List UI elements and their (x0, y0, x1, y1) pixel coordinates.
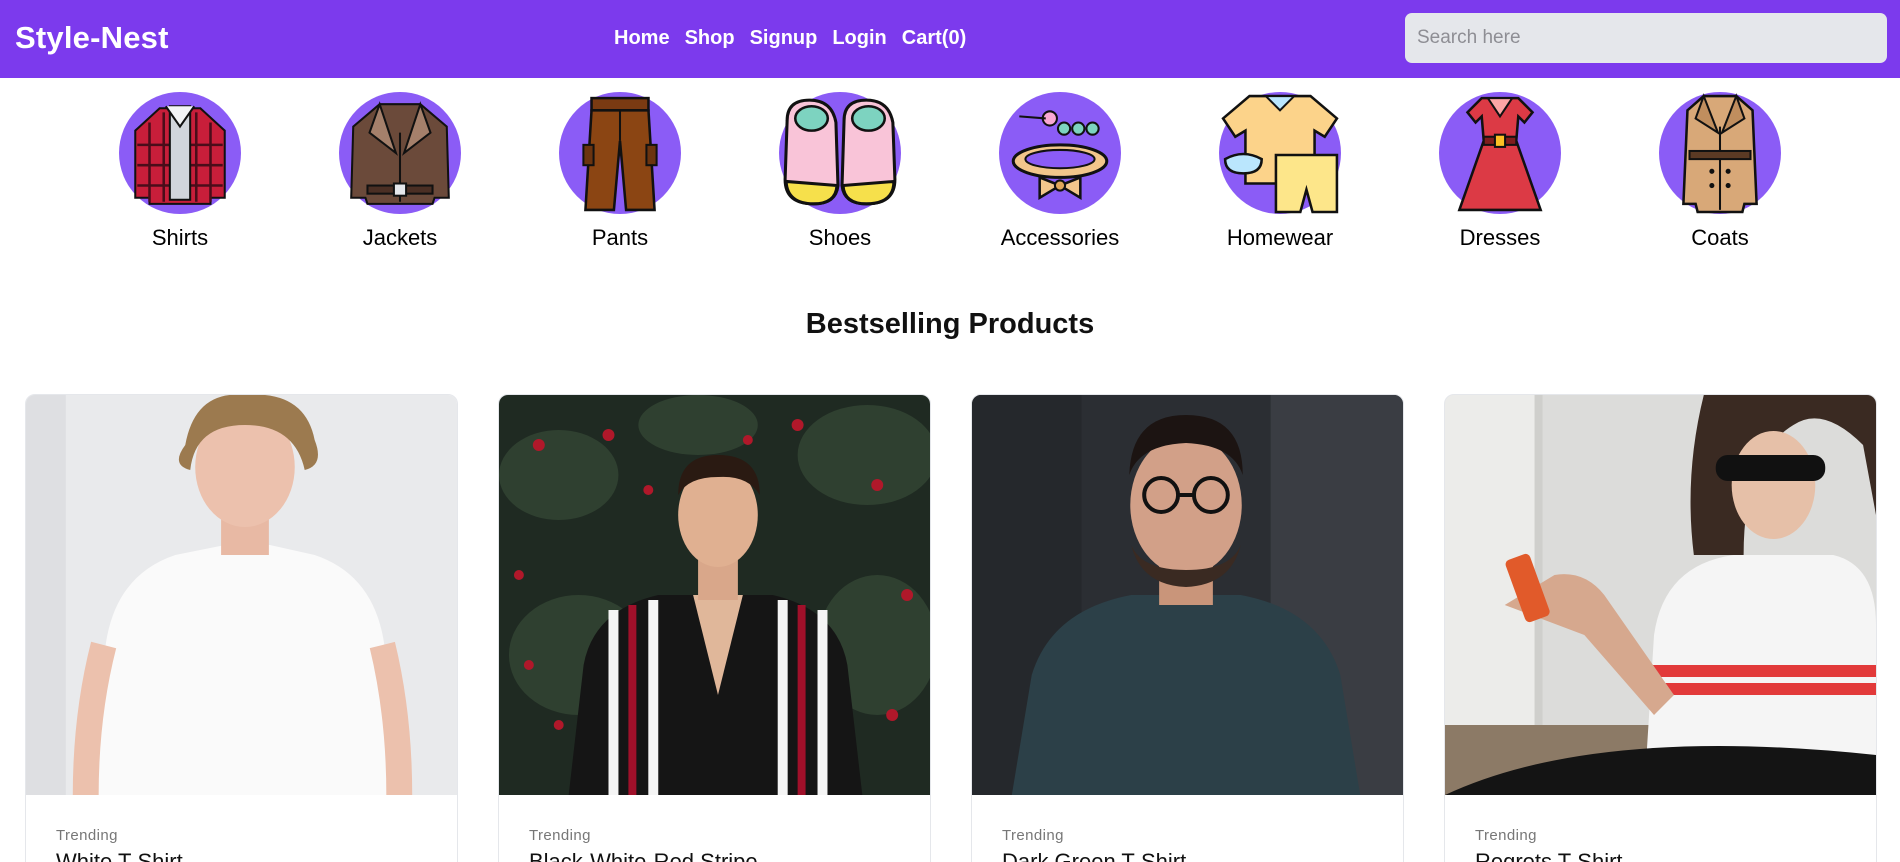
product-name: Dark Green T-Shirt (1002, 849, 1187, 862)
category-homewear[interactable]: Homewear (1180, 92, 1380, 251)
nav-cart-link[interactable]: Cart(0) (902, 27, 966, 50)
category-coats[interactable]: Coats (1620, 92, 1820, 251)
section-title: Bestselling Products (805, 308, 1095, 340)
nav-shop-link[interactable]: Shop (685, 27, 735, 50)
product-image (26, 395, 457, 795)
accessories-icon (999, 92, 1121, 214)
category-shoes[interactable]: Shoes (740, 92, 940, 251)
category-label: Jackets (362, 225, 438, 250)
category-label: Dresses (1459, 225, 1541, 250)
product-card[interactable]: Trending Black-White-Red Stripe (498, 394, 931, 862)
dress-icon (1439, 92, 1561, 214)
jacket-icon (339, 92, 461, 214)
product-image (1445, 395, 1876, 795)
product-tag: Trending (529, 827, 591, 844)
category-label: Shirts (151, 225, 209, 250)
shirt-icon (119, 92, 241, 214)
category-dresses[interactable]: Dresses (1400, 92, 1600, 251)
nav-signup-link[interactable]: Signup (750, 27, 818, 50)
category-pants[interactable]: Pants (520, 92, 720, 251)
category-shirts[interactable]: Shirts (80, 92, 280, 251)
product-tag: Trending (1002, 827, 1064, 844)
pants-icon (559, 92, 681, 214)
product-tag: Trending (1475, 827, 1537, 844)
category-accessories[interactable]: Accessories (960, 92, 1160, 251)
category-label: Coats (1691, 225, 1749, 250)
category-jackets[interactable]: Jackets (300, 92, 500, 251)
product-name: White T-Shirt (56, 849, 183, 862)
homewear-icon (1219, 92, 1341, 214)
category-label: Pants (591, 225, 649, 250)
nav-home-link[interactable]: Home (614, 27, 670, 50)
product-name: Black-White-Red Stripe (529, 849, 758, 862)
product-card[interactable]: Trending Dark Green T-Shirt (971, 394, 1404, 862)
brand-logo[interactable]: Style-Nest (15, 20, 169, 56)
product-card[interactable]: Trending White T-Shirt (25, 394, 458, 862)
category-label: Accessories (1000, 225, 1120, 250)
coat-icon (1659, 92, 1781, 214)
navbar: Style-Nest Home Shop Signup Login Cart(0… (0, 0, 1900, 78)
product-name: Regrets T-Shirt (1475, 849, 1623, 862)
shoes-icon (779, 92, 901, 214)
search-input[interactable] (1405, 13, 1887, 63)
product-tag: Trending (56, 827, 118, 844)
nav-menu: Home Shop Signup Login Cart(0) (614, 27, 966, 50)
category-label: Homewear (1226, 225, 1334, 250)
nav-login-link[interactable]: Login (832, 27, 886, 50)
category-label: Shoes (808, 225, 872, 250)
product-image (972, 395, 1403, 795)
product-image (499, 395, 930, 795)
product-card[interactable]: Trending Regrets T-Shirt (1444, 394, 1877, 862)
